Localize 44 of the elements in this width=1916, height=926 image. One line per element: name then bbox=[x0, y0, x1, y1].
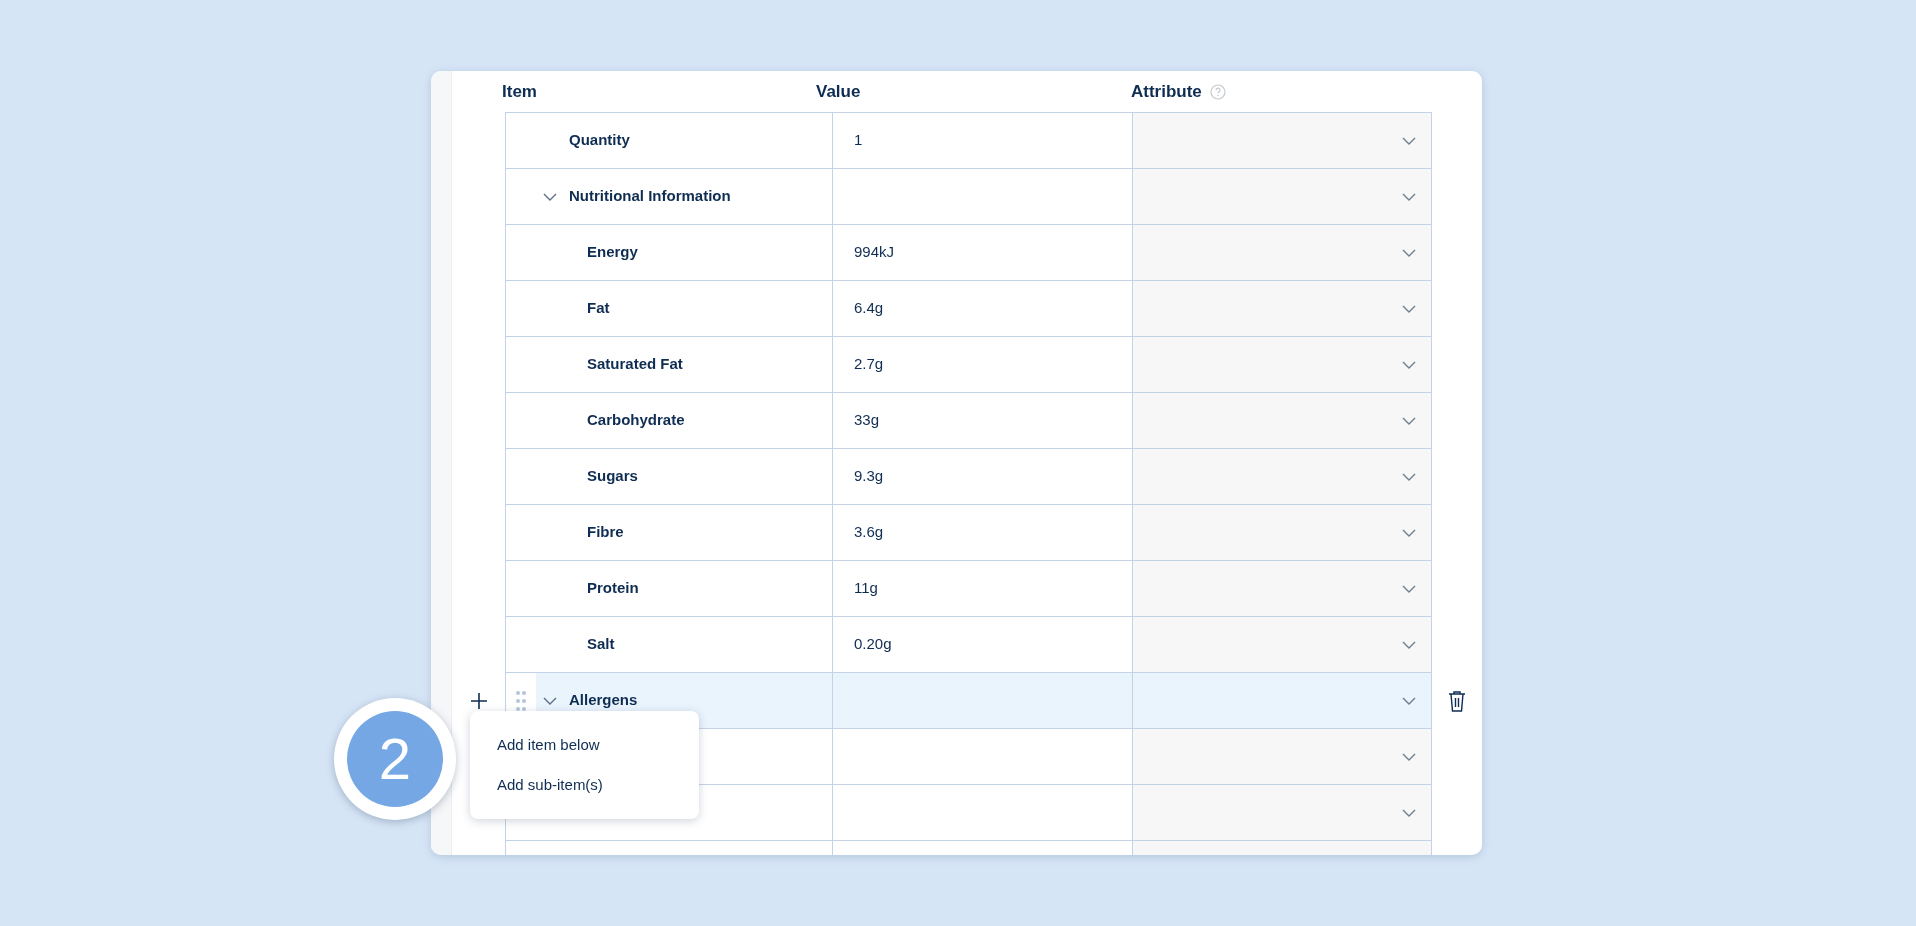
dropdown-chevron-icon[interactable] bbox=[1402, 528, 1416, 537]
item-label: Fibre bbox=[587, 522, 624, 543]
value-text: 1 bbox=[854, 130, 863, 151]
value-text: 9.3g bbox=[854, 466, 884, 487]
dropdown-chevron-icon[interactable] bbox=[1402, 136, 1416, 145]
dropdown-chevron-icon[interactable] bbox=[1402, 360, 1416, 369]
value-text: 994kJ bbox=[854, 242, 895, 263]
expand-chevron-icon[interactable] bbox=[543, 696, 557, 705]
column-header: Item bbox=[502, 80, 537, 103]
value-text: 33g bbox=[854, 410, 880, 431]
menu-item[interactable]: Add item below bbox=[497, 733, 699, 756]
item-label: Sugars bbox=[587, 466, 638, 487]
column-header: Attribute bbox=[1131, 80, 1202, 103]
item-label: Salt bbox=[587, 634, 615, 655]
item-label: Nutritional Information bbox=[569, 186, 731, 207]
item-label: Energy bbox=[587, 242, 638, 263]
dropdown-chevron-icon[interactable] bbox=[1402, 640, 1416, 649]
value-text: 3.6g bbox=[854, 522, 884, 543]
dropdown-chevron-icon[interactable] bbox=[1402, 192, 1416, 201]
drag-handle-icon[interactable] bbox=[515, 690, 527, 712]
value-text: 0.20g bbox=[854, 634, 892, 655]
expand-chevron-icon[interactable] bbox=[543, 192, 557, 201]
item-label: Protein bbox=[587, 578, 639, 599]
step-number: 2 bbox=[378, 730, 412, 788]
dropdown-chevron-icon[interactable] bbox=[1402, 752, 1416, 761]
menu-item[interactable]: Add sub-item(s) bbox=[497, 774, 699, 797]
dropdown-chevron-icon[interactable] bbox=[1402, 248, 1416, 257]
item-label: Saturated Fat bbox=[587, 354, 683, 375]
dropdown-chevron-icon[interactable] bbox=[1402, 416, 1416, 425]
dropdown-chevron-icon[interactable] bbox=[1402, 584, 1416, 593]
item-label: Fat bbox=[587, 298, 610, 319]
column-header: Value bbox=[816, 80, 861, 103]
item-label: Quantity bbox=[569, 130, 630, 151]
delete-icon[interactable] bbox=[1448, 690, 1466, 712]
dropdown-chevron-icon[interactable] bbox=[1402, 696, 1416, 705]
dropdown-chevron-icon[interactable] bbox=[1402, 808, 1416, 817]
value-text: 11g bbox=[854, 578, 878, 599]
add-icon[interactable] bbox=[469, 692, 488, 710]
item-label: Carbohydrate bbox=[587, 410, 685, 431]
item-label: Allergens bbox=[569, 690, 638, 711]
value-text: 2.7g bbox=[854, 354, 884, 375]
dropdown-chevron-icon[interactable] bbox=[1402, 304, 1416, 313]
dropdown-chevron-icon[interactable] bbox=[1402, 472, 1416, 481]
value-text: 6.4g bbox=[854, 298, 884, 319]
